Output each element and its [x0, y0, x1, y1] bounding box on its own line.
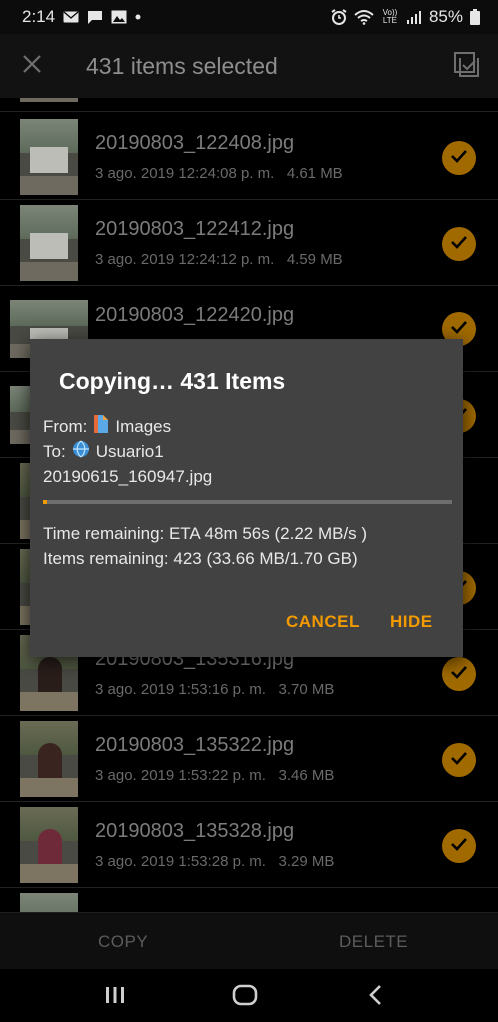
file-name: 20190803_122408.jpg	[95, 132, 295, 154]
status-time: 2:14	[22, 7, 56, 26]
file-name: 20190803_135328.jpg	[95, 820, 295, 842]
wifi-icon	[354, 9, 374, 25]
status-bar: 2:14 Vo)) LTE 85%	[0, 0, 498, 34]
recents-icon	[104, 987, 126, 1011]
back-button[interactable]	[366, 983, 384, 1012]
file-meta: 3 ago. 2019 1:53:28 p. m. 3.29 MB	[95, 853, 334, 870]
items-remaining-text: Items remaining: 423 (33.66 MB/1.70 GB)	[43, 549, 358, 568]
thumbnail	[20, 119, 78, 195]
check-icon	[450, 235, 468, 254]
chat-icon	[87, 10, 103, 25]
selected-checkbox[interactable]	[442, 227, 476, 261]
list-item[interactable]: 20190803_135322.jpg 3 ago. 2019 1:53:22 …	[0, 716, 498, 802]
cancel-button[interactable]: CANCEL	[286, 612, 360, 632]
file-size: 4.59 MB	[286, 251, 343, 268]
alarm-icon	[331, 9, 347, 25]
signal-icon	[406, 10, 422, 24]
current-file-row: 20190615_160947.jpg	[43, 467, 212, 487]
file-meta: 3 ago. 2019 1:53:22 p. m. 3.46 MB	[95, 767, 334, 784]
file-date: 3 ago. 2019 1:53:28 p. m.	[95, 853, 266, 870]
back-icon	[366, 985, 384, 1011]
volte-badge: Vo)) LTE	[381, 9, 399, 25]
file-date: 3 ago. 2019 12:24:12 p. m.	[95, 251, 275, 268]
select-all-icon	[454, 52, 480, 82]
signal-badge-text: Vo)) LTE	[382, 8, 398, 25]
dialog-title: Copying… 431 Items	[59, 368, 286, 394]
home-button[interactable]	[232, 983, 258, 1012]
thumbnail	[20, 98, 78, 102]
check-icon	[450, 751, 468, 770]
current-file: 20190615_160947.jpg	[43, 467, 213, 486]
thumbnail	[20, 205, 78, 281]
from-value: Images	[115, 416, 172, 436]
to-value: Usuario1	[95, 441, 164, 461]
file-meta: 3 ago. 2019 1:53:16 p. m. 3.70 MB	[95, 681, 334, 698]
thumbnail	[20, 807, 78, 883]
delete-button[interactable]: DELETE	[339, 932, 408, 952]
home-icon	[232, 984, 258, 1011]
file-date: 3 ago. 2019 12:24:08 p. m.	[95, 165, 275, 182]
selected-checkbox[interactable]	[442, 743, 476, 777]
copy-progress-bar	[43, 500, 452, 504]
file-meta: 3 ago. 2019 12:24:08 p. m. 4.61 MB	[95, 165, 343, 182]
file-size: 3.29 MB	[278, 853, 335, 870]
file-name: 20190803_135322.jpg	[95, 734, 295, 756]
file-size: 4.61 MB	[286, 165, 343, 182]
file-size: 3.46 MB	[278, 767, 335, 784]
to-label: To:	[43, 441, 66, 461]
list-item[interactable]: 20190803_135328.jpg 3 ago. 2019 1:53:28 …	[0, 802, 498, 888]
check-icon	[450, 320, 468, 339]
close-selection-button[interactable]	[0, 34, 64, 98]
from-label: From:	[43, 416, 88, 436]
battery-level: 85%	[428, 7, 463, 26]
list-item[interactable]: 20190803_122408.jpg 3 ago. 2019 12:24:08…	[0, 114, 498, 200]
file-size: 3.70 MB	[278, 681, 335, 698]
check-icon	[450, 149, 468, 168]
file-icon	[93, 414, 109, 439]
file-meta: 3 ago. 2019 12:24:12 p. m. 4.59 MB	[95, 251, 343, 268]
image-icon	[111, 10, 127, 24]
bottom-action-bar: COPY DELETE	[0, 912, 498, 969]
items-remaining: Items remaining: 423 (33.66 MB/1.70 GB)	[43, 549, 358, 569]
list-item[interactable]	[0, 888, 498, 912]
list-item[interactable]	[0, 98, 498, 112]
battery-icon	[470, 9, 480, 25]
thumbnail	[20, 721, 78, 797]
action-bar: 431 items selected	[0, 34, 498, 98]
recents-button[interactable]	[104, 983, 126, 1012]
file-date: 3 ago. 2019 1:53:22 p. m.	[95, 767, 266, 784]
dot-icon	[135, 14, 141, 20]
envelope-icon	[63, 11, 79, 23]
list-item[interactable]: 20190803_122412.jpg 3 ago. 2019 12:24:12…	[0, 200, 498, 286]
system-nav-bar	[0, 969, 498, 1022]
hide-button[interactable]: HIDE	[390, 612, 433, 632]
progress-fill	[43, 500, 48, 504]
selected-checkbox[interactable]	[442, 829, 476, 863]
select-all-button[interactable]	[454, 52, 480, 83]
time-remaining: Time remaining: ETA 48m 56s (2.22 MB/s )	[43, 524, 367, 544]
thumbnail	[20, 893, 78, 912]
from-row: From: Images	[43, 414, 171, 439]
selection-count-title: 431 items selected	[86, 52, 278, 79]
copy-progress-dialog: Copying… 431 Items From: Images To: Usua…	[30, 339, 463, 657]
selected-checkbox[interactable]	[442, 141, 476, 175]
file-name: 20190803_122412.jpg	[95, 218, 295, 240]
check-icon	[450, 665, 468, 684]
selected-checkbox[interactable]	[442, 657, 476, 691]
close-icon	[22, 54, 42, 79]
copy-button[interactable]: COPY	[98, 932, 148, 952]
file-date: 3 ago. 2019 1:53:16 p. m.	[95, 681, 266, 698]
file-name: 20190803_122420.jpg	[95, 304, 295, 326]
time-remaining-text: Time remaining: ETA 48m 56s (2.22 MB/s )	[43, 524, 368, 543]
to-row: To: Usuario1	[43, 440, 164, 463]
globe-icon	[72, 440, 90, 463]
check-icon	[450, 837, 468, 856]
